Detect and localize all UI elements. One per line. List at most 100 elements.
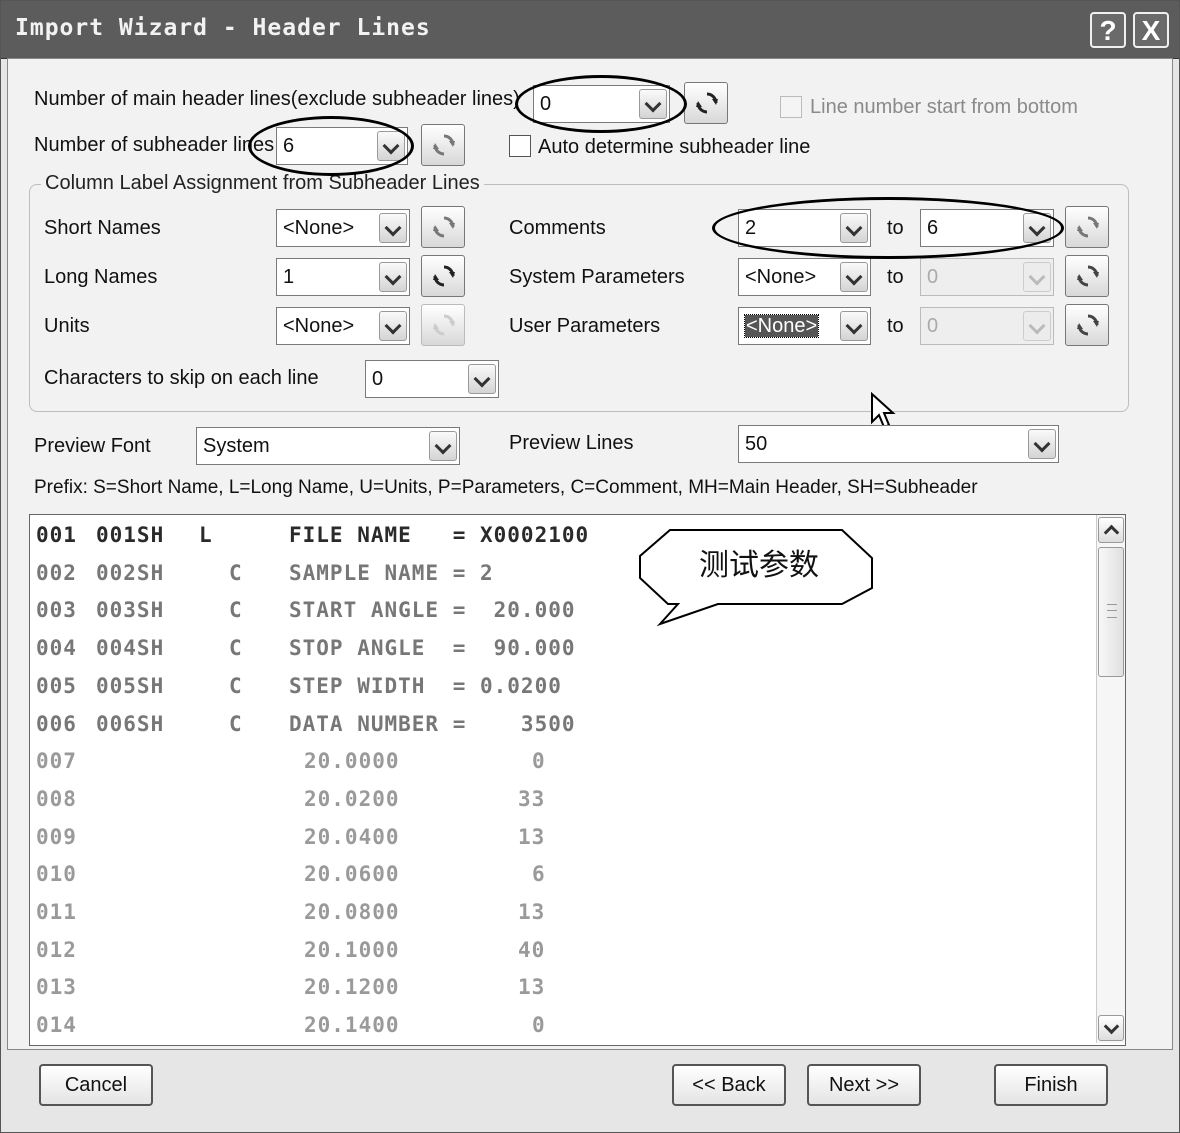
comments-refresh-button[interactable]: [1065, 206, 1109, 248]
scroll-up-button[interactable]: [1098, 517, 1124, 543]
scroll-down-button[interactable]: [1098, 1015, 1124, 1041]
row-text: START ANGLE = 20.000: [289, 598, 576, 623]
row-x-value: 20.0400: [304, 824, 400, 849]
chevron-down-icon[interactable]: [379, 262, 407, 292]
preview-lines-value: 50: [745, 433, 768, 455]
row-tag: 006SH: [96, 711, 165, 736]
window-title: Import Wizard - Header Lines: [15, 15, 431, 41]
preview-font-value: System: [203, 435, 270, 457]
chevron-down-icon[interactable]: [840, 213, 868, 243]
row-prefix: L: [199, 523, 213, 547]
row-number: 007: [36, 749, 77, 774]
main-header-combo[interactable]: 0: [533, 85, 670, 123]
refresh-icon: [433, 265, 455, 287]
row-number: 005: [36, 673, 77, 698]
chevron-down-icon[interactable]: [379, 311, 407, 341]
help-button[interactable]: ?: [1090, 12, 1126, 48]
units-label: Units: [44, 315, 90, 337]
user-params-refresh-button[interactable]: [1065, 304, 1109, 346]
row-y-value: 40: [518, 937, 546, 962]
row-y-value: 0: [532, 749, 546, 774]
comments-from-combo[interactable]: 2: [738, 209, 871, 247]
user-params-to-label: to: [887, 315, 904, 337]
chevron-down-icon[interactable]: [379, 213, 407, 243]
finish-button[interactable]: Finish: [994, 1064, 1108, 1106]
comments-to-combo[interactable]: 6: [920, 209, 1054, 247]
auto-determine-checkbox[interactable]: [509, 135, 531, 157]
chevron-down-icon[interactable]: [468, 364, 496, 394]
user-params-from-combo[interactable]: <None>: [738, 307, 871, 345]
row-tag: 001SH: [96, 523, 165, 547]
system-params-from-combo[interactable]: <None>: [738, 258, 871, 296]
main-header-refresh-button[interactable]: [684, 82, 728, 124]
row-x-value: 20.0600: [304, 862, 400, 887]
chevron-down-icon[interactable]: [429, 431, 457, 461]
cancel-button[interactable]: Cancel: [39, 1064, 153, 1106]
refresh-icon: [433, 314, 455, 336]
next-button[interactable]: Next >>: [807, 1064, 921, 1106]
chevron-down-icon[interactable]: [1028, 429, 1056, 459]
short-names-refresh-button[interactable]: [421, 206, 465, 248]
chevron-down-icon[interactable]: [639, 89, 667, 119]
subheader-refresh-button[interactable]: [421, 124, 465, 166]
chevron-down-icon[interactable]: [1023, 213, 1051, 243]
row-y-value: 13: [518, 824, 546, 849]
line-number-bottom-label: Line number start from bottom: [810, 96, 1078, 118]
line-number-bottom-checkbox[interactable]: [780, 96, 802, 118]
subheader-combo[interactable]: 6: [276, 127, 408, 165]
row-y-value: 0: [532, 1013, 546, 1038]
user-params-to-value: 0: [927, 315, 939, 337]
long-names-refresh-button[interactable]: [421, 255, 465, 297]
row-x-value: 20.0800: [304, 900, 400, 924]
units-refresh-button[interactable]: [421, 304, 465, 346]
system-params-refresh-button[interactable]: [1065, 255, 1109, 297]
skip-chars-combo[interactable]: 0: [365, 360, 499, 398]
scroll-thumb[interactable]: [1098, 547, 1124, 677]
row-number: 011: [36, 900, 77, 924]
user-params-to-combo[interactable]: 0: [920, 307, 1054, 345]
comments-to-value: 6: [927, 217, 939, 239]
preview-font-label: Preview Font: [34, 435, 151, 457]
group-title: Column Label Assignment from Subheader L…: [41, 172, 484, 195]
row-text: STOP ANGLE = 90.000: [289, 636, 576, 661]
back-button[interactable]: << Back: [672, 1064, 786, 1106]
auto-determine-label: Auto determine subheader line: [538, 136, 811, 158]
preview-text-area[interactable]: 001 001SH L FILE NAME = X0002100 002 002SH C SA…: [29, 514, 1126, 1046]
long-names-combo[interactable]: 1: [276, 258, 410, 296]
row-number: 012: [36, 937, 77, 962]
user-params-from-value-wrap: <None>: [743, 314, 820, 338]
row-x-value: 20.0200: [304, 786, 400, 811]
row-prefix: C: [229, 636, 243, 661]
close-button[interactable]: X: [1133, 12, 1169, 48]
row-tag: 002SH: [96, 560, 165, 585]
skip-chars-label: Characters to skip on each line: [44, 367, 319, 389]
system-params-to-combo[interactable]: 0: [920, 258, 1054, 296]
chevron-down-icon[interactable]: [1023, 262, 1051, 292]
row-number: 008: [36, 786, 77, 811]
callout-text: 测试参数: [684, 541, 834, 591]
preview-lines-combo[interactable]: 50: [738, 425, 1059, 463]
chevron-down-icon[interactable]: [840, 262, 868, 292]
units-combo[interactable]: <None>: [276, 307, 410, 345]
row-number: 006: [36, 711, 77, 736]
skip-chars-value: 0: [372, 368, 384, 390]
row-text: SAMPLE NAME = 2: [289, 560, 494, 585]
row-text: FILE NAME = X0002100: [289, 523, 590, 547]
short-names-combo[interactable]: <None>: [276, 209, 410, 247]
main-header-value: 0: [540, 93, 552, 115]
chevron-down-icon[interactable]: [840, 311, 868, 341]
refresh-icon: [433, 216, 455, 238]
comments-to-label: to: [887, 217, 904, 239]
row-number: 001: [36, 523, 77, 547]
chevron-down-icon[interactable]: [377, 131, 405, 161]
system-params-label: System Parameters: [509, 266, 685, 288]
row-number: 014: [36, 1013, 77, 1038]
row-number: 003: [36, 598, 77, 623]
row-text: STEP WIDTH = 0.0200: [289, 673, 562, 698]
preview-font-combo[interactable]: System: [196, 427, 460, 465]
preview-scrollbar[interactable]: [1096, 515, 1125, 1043]
chevron-down-icon[interactable]: [1023, 311, 1051, 341]
row-y-value: 13: [518, 900, 546, 924]
row-x-value: 20.1000: [304, 937, 400, 962]
user-params-label: User Parameters: [509, 315, 661, 337]
